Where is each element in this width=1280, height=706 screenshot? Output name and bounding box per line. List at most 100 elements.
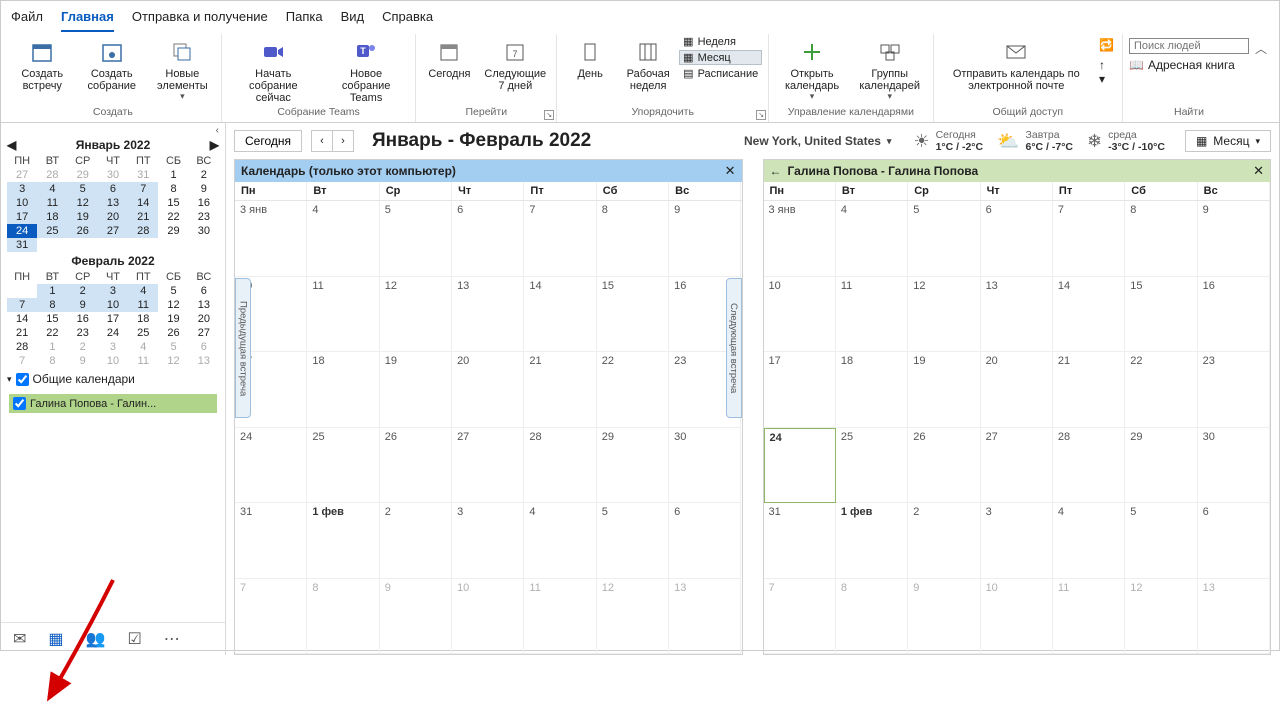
mini-day[interactable]: 9 xyxy=(68,354,98,368)
calendar-cell[interactable]: 23 xyxy=(1198,352,1270,428)
mini-day[interactable]: 18 xyxy=(37,210,67,224)
calendar-cell[interactable]: 10 xyxy=(981,579,1053,655)
mini-day[interactable]: 3 xyxy=(7,182,37,196)
mini-day[interactable]: 13 xyxy=(98,196,128,210)
calendar-cell[interactable]: 13 xyxy=(669,579,741,655)
mini-day[interactable]: 22 xyxy=(37,326,67,340)
calendar-cell[interactable]: 9 xyxy=(908,579,980,655)
more-nav-icon[interactable]: ⋯ xyxy=(164,629,180,649)
address-book-button[interactable]: 📖Адресная книга xyxy=(1129,58,1235,72)
mini-day[interactable]: 23 xyxy=(189,210,219,224)
new-meeting-button[interactable]: Создать собрание xyxy=(78,34,147,92)
dialog-launcher-icon[interactable]: ↘ xyxy=(756,110,766,120)
view-picker[interactable]: ▦Месяц▾ xyxy=(1185,130,1271,152)
mini-day[interactable]: 17 xyxy=(7,210,37,224)
calendar-cell[interactable]: 28 xyxy=(1053,428,1125,504)
prev-appointment-handle[interactable]: Предыдущая встреча xyxy=(235,278,251,418)
calendar-cell[interactable]: 11 xyxy=(836,277,908,353)
mini-day[interactable]: 10 xyxy=(98,354,128,368)
mini-day[interactable]: 4 xyxy=(37,182,67,196)
mini-day[interactable]: 2 xyxy=(68,340,98,354)
calendar-cell[interactable]: 11 xyxy=(1053,579,1125,655)
mini-day[interactable]: 24 xyxy=(7,224,37,238)
mini-day[interactable]: 28 xyxy=(7,340,37,354)
share-icon[interactable]: 🔁 xyxy=(1099,38,1114,52)
mail-nav-icon[interactable]: ✉ xyxy=(13,629,26,649)
mini-day[interactable]: 12 xyxy=(158,354,188,368)
menu-Вид[interactable]: Вид xyxy=(341,5,365,32)
menu-Папка[interactable]: Папка xyxy=(286,5,323,32)
people-nav-icon[interactable]: 👥 xyxy=(86,629,106,649)
mini-day[interactable]: 7 xyxy=(7,298,37,312)
calendar-cell[interactable]: 16 xyxy=(1198,277,1270,353)
calendar-cell[interactable]: 6 xyxy=(452,201,524,277)
week-view-button[interactable]: ▦Неделя xyxy=(679,34,762,49)
calendar-cell[interactable]: 8 xyxy=(836,579,908,655)
mini-day[interactable]: 20 xyxy=(98,210,128,224)
mini-day[interactable]: 5 xyxy=(158,284,188,298)
sidebar-collapse-icon[interactable]: ‹ xyxy=(216,125,219,136)
calendar-cell[interactable]: 3 янв xyxy=(235,201,307,277)
calendar-cell[interactable]: 29 xyxy=(597,428,669,504)
calendar-cell[interactable]: 7 xyxy=(764,579,836,655)
mini-day[interactable]: 3 xyxy=(98,340,128,354)
next-period-button[interactable]: › xyxy=(332,130,354,152)
calendar-cell[interactable]: 15 xyxy=(1125,277,1197,353)
mini-day[interactable]: 6 xyxy=(189,340,219,354)
mini-day[interactable]: 10 xyxy=(7,196,37,210)
calendar-cell[interactable]: 26 xyxy=(380,428,452,504)
calendar-cell[interactable]: 9 xyxy=(669,201,741,277)
schedule-view-button[interactable]: ▤Расписание xyxy=(679,66,762,81)
mini-day[interactable]: 24 xyxy=(98,326,128,340)
mini-day[interactable]: 25 xyxy=(37,224,67,238)
mini-day[interactable]: 10 xyxy=(98,298,128,312)
location-picker[interactable]: New York, United States▾ xyxy=(744,134,891,148)
calendar-cell[interactable]: 20 xyxy=(981,352,1053,428)
mini-day[interactable]: 8 xyxy=(37,354,67,368)
calendar-cell[interactable]: 4 xyxy=(836,201,908,277)
calendar-cell[interactable]: 14 xyxy=(1053,277,1125,353)
calendar-cell[interactable]: 12 xyxy=(1125,579,1197,655)
mini-day[interactable]: 21 xyxy=(7,326,37,340)
mini-day[interactable]: 6 xyxy=(98,182,128,196)
mini-day[interactable]: 19 xyxy=(68,210,98,224)
shared-calendar-checkbox[interactable] xyxy=(13,397,26,410)
calendar-cell[interactable]: 4 xyxy=(1053,503,1125,579)
new-teams-meeting-button[interactable]: TНовое собрание Teams xyxy=(323,34,410,104)
calendar-cell[interactable]: 4 xyxy=(307,201,379,277)
calendar-cell[interactable]: 8 xyxy=(1125,201,1197,277)
calendar-cell[interactable]: 12 xyxy=(380,277,452,353)
calendar-cell[interactable]: 10 xyxy=(452,579,524,655)
calendar-cell[interactable]: 6 xyxy=(981,201,1053,277)
mini-day[interactable]: 2 xyxy=(189,168,219,182)
shared-calendar-item[interactable]: Галина Попова - Галин... xyxy=(9,394,217,413)
next-month-button[interactable]: ▶ xyxy=(210,138,219,152)
calendar-cell[interactable]: 22 xyxy=(597,352,669,428)
next-appointment-handle[interactable]: Следующая встреча xyxy=(726,278,742,418)
calendar-cell[interactable]: 21 xyxy=(524,352,596,428)
mini-day[interactable]: 28 xyxy=(37,168,67,182)
mini-day[interactable]: 31 xyxy=(7,238,37,252)
mini-day[interactable]: 8 xyxy=(37,298,67,312)
calendar-cell[interactable]: 8 xyxy=(597,201,669,277)
calendar-groups-button[interactable]: Группы календарей xyxy=(853,34,927,102)
shared-group-checkbox[interactable] xyxy=(16,373,29,386)
calendar-cell[interactable]: 19 xyxy=(380,352,452,428)
mini-day[interactable]: 13 xyxy=(189,298,219,312)
mini-day[interactable]: 5 xyxy=(158,340,188,354)
calendar-cell[interactable]: 9 xyxy=(380,579,452,655)
mini-day[interactable]: 18 xyxy=(128,312,158,326)
mini-day[interactable]: 11 xyxy=(128,354,158,368)
calendar-cell[interactable]: 24 xyxy=(764,428,836,504)
open-calendar-button[interactable]: Открыть календарь xyxy=(775,34,849,102)
calendar-cell[interactable]: 7 xyxy=(1053,201,1125,277)
publish-icon[interactable]: ↑ ▾ xyxy=(1099,58,1114,86)
goto-today-button[interactable]: Сегодня xyxy=(234,130,302,152)
mini-day[interactable]: 11 xyxy=(128,298,158,312)
mini-day[interactable]: 5 xyxy=(68,182,98,196)
mini-day[interactable]: 26 xyxy=(158,326,188,340)
mini-day[interactable]: 29 xyxy=(158,224,188,238)
calendar-cell[interactable]: 19 xyxy=(908,352,980,428)
mini-day[interactable]: 7 xyxy=(7,354,37,368)
calendar-cell[interactable]: 3 янв xyxy=(764,201,836,277)
